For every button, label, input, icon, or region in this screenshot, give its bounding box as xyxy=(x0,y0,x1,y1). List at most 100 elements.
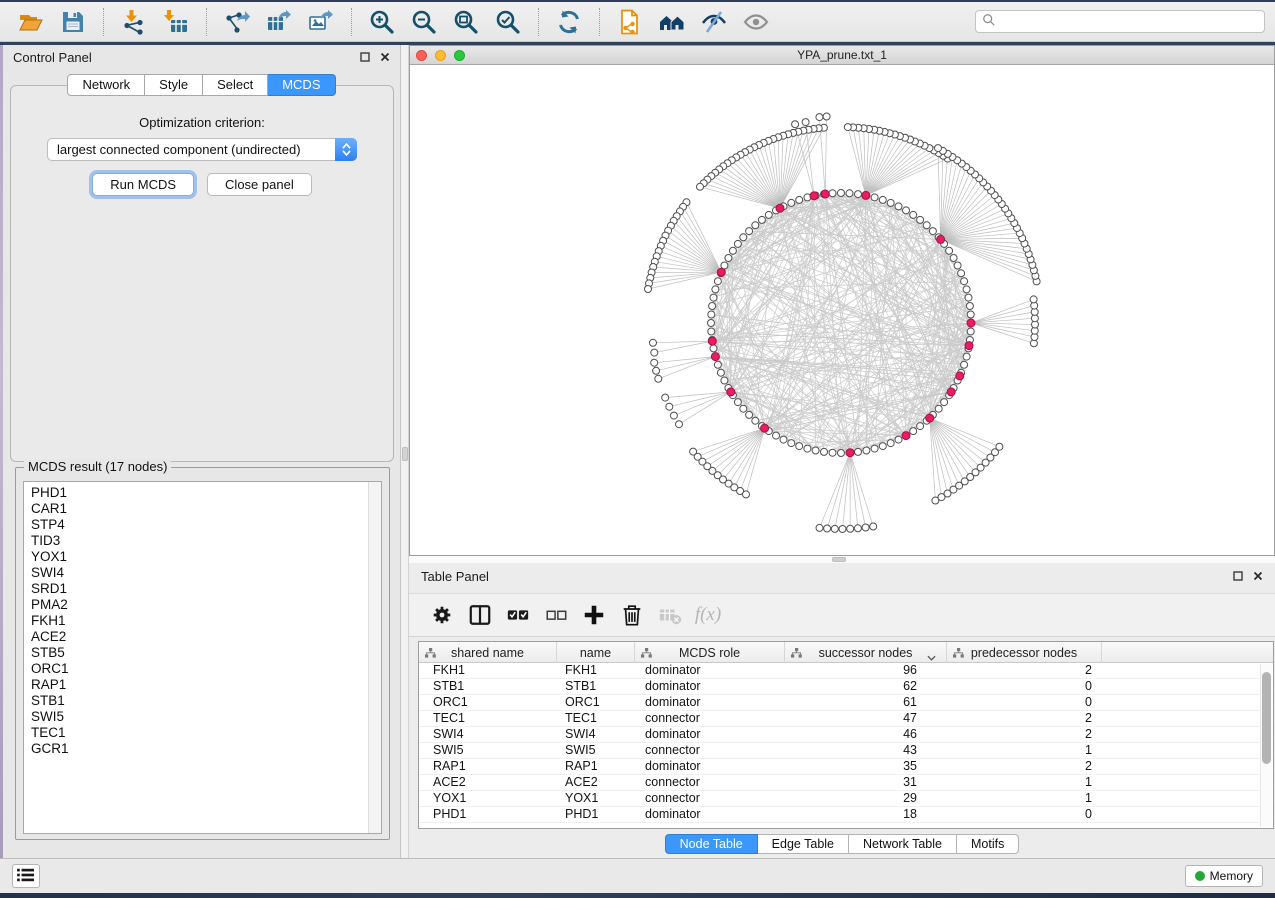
zoom-in-icon[interactable] xyxy=(365,5,399,39)
cell: connector xyxy=(635,743,785,758)
table-mode-button[interactable] xyxy=(12,864,40,888)
delete-table-icon xyxy=(655,600,685,630)
run-mcds-button[interactable]: Run MCDS xyxy=(92,173,194,196)
cell: 43 xyxy=(785,743,947,758)
table-row[interactable]: SWI4SWI4dominator462 xyxy=(419,727,1273,743)
network-home-icon[interactable] xyxy=(655,5,689,39)
tab-style[interactable]: Style xyxy=(145,74,203,96)
column-header-shared-name[interactable]: shared name xyxy=(419,642,557,663)
close-panel-button[interactable]: Close panel xyxy=(207,173,312,196)
tab-motifs[interactable]: Motifs xyxy=(957,834,1019,854)
toolbar-separator xyxy=(538,8,539,36)
deselect-all-rows-icon[interactable] xyxy=(541,600,571,630)
table-panel-header: Table Panel xyxy=(409,563,1275,589)
mcds-result-node[interactable]: ORC1 xyxy=(31,661,381,677)
mcds-result-node[interactable]: RAP1 xyxy=(31,677,381,693)
mcds-result-node[interactable]: FKH1 xyxy=(31,613,381,629)
cell: TEC1 xyxy=(419,711,557,726)
network-graph[interactable] xyxy=(410,65,1274,555)
zoom-out-icon[interactable] xyxy=(407,5,441,39)
table-row[interactable]: TEC1TEC1connector472 xyxy=(419,711,1273,727)
optimization-select[interactable]: largest connected component (undirected) xyxy=(47,138,357,161)
mcds-result-node[interactable]: YOX1 xyxy=(31,549,381,565)
table-row[interactable]: RAP1RAP1dominator352 xyxy=(419,759,1273,775)
mcds-result-node[interactable]: PMA2 xyxy=(31,597,381,613)
select-all-rows-icon[interactable] xyxy=(503,600,533,630)
export-table-icon[interactable] xyxy=(262,5,296,39)
tab-mcds[interactable]: MCDS xyxy=(268,74,335,96)
zoom-fit-icon[interactable] xyxy=(449,5,483,39)
show-graphics-icon[interactable] xyxy=(739,5,773,39)
tab-node-table[interactable]: Node Table xyxy=(665,834,758,854)
toggle-columns-icon[interactable] xyxy=(465,600,495,630)
table-row[interactable]: STB1STB1dominator620 xyxy=(419,679,1273,695)
node-table: shared namenameMCDS rolesuccessor nodesp… xyxy=(418,641,1274,829)
column-header-predecessor-nodes[interactable]: predecessor nodes xyxy=(947,642,1102,663)
table-scrollbar[interactable] xyxy=(1260,664,1272,827)
search-input[interactable] xyxy=(1001,14,1258,29)
mcds-result-node[interactable]: SRD1 xyxy=(31,581,381,597)
toolbar-icons xyxy=(10,2,777,41)
refresh-icon[interactable] xyxy=(552,5,586,39)
cell: SWI5 xyxy=(419,743,557,758)
mcds-result-node[interactable]: STB5 xyxy=(31,645,381,661)
mcds-result-node[interactable]: GCR1 xyxy=(31,741,381,757)
cell: YOX1 xyxy=(557,791,635,806)
close-panel-icon[interactable] xyxy=(380,52,390,62)
column-header-name[interactable]: name xyxy=(557,642,635,663)
cell: 2 xyxy=(947,663,1102,678)
table-row[interactable]: ORC1ORC1dominator610 xyxy=(419,695,1273,711)
mcds-result-node[interactable]: SWI4 xyxy=(31,565,381,581)
save-session-icon[interactable] xyxy=(56,5,90,39)
cell: connector xyxy=(635,775,785,790)
mcds-list-scrollbar[interactable] xyxy=(368,482,381,833)
network-canvas[interactable] xyxy=(410,65,1274,555)
vertical-splitter[interactable] xyxy=(401,45,409,858)
share-document-icon[interactable] xyxy=(613,5,647,39)
cell: 0 xyxy=(947,695,1102,710)
mcds-result-node[interactable]: PHD1 xyxy=(31,485,381,501)
table-row[interactable]: PHD1PHD1dominator180 xyxy=(419,807,1273,823)
sort-desc-icon[interactable] xyxy=(927,650,936,664)
mcds-result-node[interactable]: ACE2 xyxy=(31,629,381,645)
table-row[interactable]: YOX1YOX1connector291 xyxy=(419,791,1273,807)
zoom-selected-icon[interactable] xyxy=(491,5,525,39)
table-row[interactable]: SWI5SWI5connector431 xyxy=(419,743,1273,759)
splitter-handle[interactable] xyxy=(832,557,846,562)
close-panel-icon[interactable] xyxy=(1253,571,1263,581)
column-header-successor-nodes[interactable]: successor nodes xyxy=(785,642,947,663)
mcds-result-list[interactable]: PHD1CAR1STP4TID3YOX1SWI4SRD1PMA2FKH1ACE2… xyxy=(23,481,382,834)
mcds-result-node[interactable]: TEC1 xyxy=(31,725,381,741)
export-image-icon[interactable] xyxy=(304,5,338,39)
tab-edge-table[interactable]: Edge Table xyxy=(758,834,849,854)
tab-network[interactable]: Network xyxy=(67,74,145,96)
open-file-icon[interactable] xyxy=(14,5,48,39)
mcds-result-node[interactable]: STP4 xyxy=(31,517,381,533)
table-settings-icon[interactable] xyxy=(427,600,457,630)
mcds-result-node[interactable]: STB1 xyxy=(31,693,381,709)
mcds-result-node[interactable]: TID3 xyxy=(31,533,381,549)
dropdown-stepper-icon[interactable] xyxy=(335,138,357,161)
float-panel-icon[interactable] xyxy=(360,52,370,62)
table-row[interactable]: ACE2ACE2connector311 xyxy=(419,775,1273,791)
import-network-icon[interactable] xyxy=(117,5,151,39)
export-network-icon[interactable] xyxy=(220,5,254,39)
cell: RAP1 xyxy=(419,759,557,774)
hide-graphics-icon[interactable] xyxy=(697,5,731,39)
import-table-icon[interactable] xyxy=(159,5,193,39)
float-panel-icon[interactable] xyxy=(1233,571,1243,581)
splitter-handle[interactable] xyxy=(402,447,408,461)
attribute-type-icon xyxy=(953,647,964,661)
add-column-icon[interactable] xyxy=(579,600,609,630)
scrollbar-thumb[interactable] xyxy=(1262,672,1271,764)
search-box[interactable] xyxy=(975,10,1265,33)
table-row[interactable]: FKH1FKH1dominator962 xyxy=(419,663,1273,679)
memory-button[interactable]: Memory xyxy=(1185,865,1263,887)
column-header-MCDS-role[interactable]: MCDS role xyxy=(635,642,785,663)
mcds-result-node[interactable]: SWI5 xyxy=(31,709,381,725)
mcds-result-node[interactable]: CAR1 xyxy=(31,501,381,517)
delete-columns-icon[interactable] xyxy=(617,600,647,630)
horizontal-splitter[interactable] xyxy=(409,556,1275,563)
tab-select[interactable]: Select xyxy=(203,74,268,96)
tab-network-table[interactable]: Network Table xyxy=(849,834,957,854)
